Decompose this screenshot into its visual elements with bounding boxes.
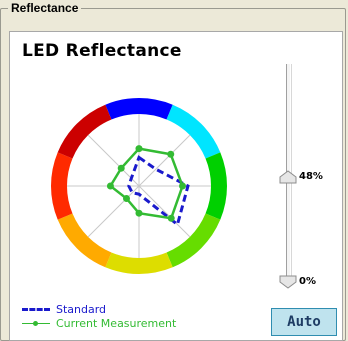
grid-spoke bbox=[138, 134, 191, 187]
dotted-line-icon bbox=[22, 321, 50, 326]
legend-item-standard: Standard bbox=[22, 303, 106, 316]
legend-label-current: Current Measurement bbox=[56, 317, 177, 330]
series-current-point bbox=[135, 145, 143, 153]
lower-threshold-thumb[interactable] bbox=[279, 275, 297, 289]
legend-label-standard: Standard bbox=[56, 303, 107, 316]
series-current-point bbox=[179, 182, 187, 190]
upper-threshold-thumb[interactable] bbox=[279, 170, 297, 184]
series-current bbox=[108, 147, 184, 220]
reflectance-radar-chart bbox=[50, 97, 227, 274]
series-current-point bbox=[106, 182, 114, 190]
series-current-point bbox=[135, 209, 143, 217]
series-current-point bbox=[167, 214, 175, 222]
reflectance-panel: LED Reflectance Standard Current Measure… bbox=[9, 31, 343, 341]
auto-button[interactable]: Auto bbox=[271, 308, 337, 336]
series-current-point bbox=[117, 164, 125, 172]
legend-item-current: Current Measurement bbox=[22, 317, 176, 330]
series-current-point bbox=[167, 150, 175, 158]
series-current-point bbox=[122, 195, 130, 203]
upper-threshold-label: 48% bbox=[299, 171, 323, 183]
grid-spoke bbox=[87, 185, 140, 238]
group-title: Reflectance bbox=[8, 0, 82, 16]
lower-threshold-label: 0% bbox=[299, 276, 316, 287]
dashed-line-icon bbox=[22, 308, 50, 311]
panel-title: LED Reflectance bbox=[22, 41, 182, 61]
